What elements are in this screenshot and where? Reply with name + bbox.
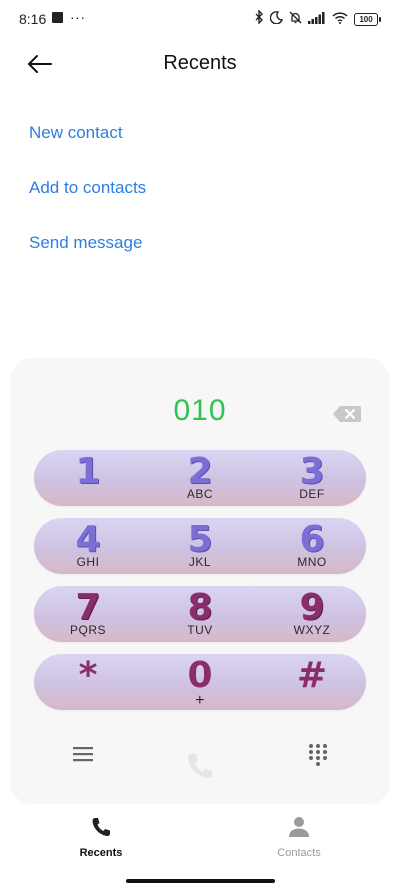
keypad-row: 7 PQRS 8 TUV 9 WXYZ (34, 586, 366, 642)
status-time: 8:16 (19, 11, 47, 27)
key-5[interactable]: 5 JKL (150, 518, 250, 574)
status-bar: 8:16 ··· 100 (0, 0, 400, 38)
person-icon (289, 817, 309, 837)
backspace-icon (333, 406, 361, 422)
contact-actions: New contact Add to contacts Send message (29, 119, 146, 284)
backspace-button[interactable] (332, 404, 362, 424)
keypad-toggle-button[interactable] (306, 742, 330, 766)
keypad-row: 4 GHI 5 JKL 6 MNO (34, 518, 366, 574)
key-hash[interactable]: # (262, 654, 362, 710)
battery-icon: 100 (354, 13, 381, 26)
keypad-row: 1 2 ABC 3 DEF (34, 450, 366, 506)
key-3[interactable]: 3 DEF (262, 450, 362, 506)
key-2[interactable]: 2 ABC (150, 450, 250, 506)
key-8[interactable]: 8 TUV (150, 586, 250, 642)
signal-icon (308, 11, 326, 29)
nav-recents[interactable]: Recents (41, 816, 161, 859)
notification-square-icon (52, 12, 63, 23)
new-contact-link[interactable]: New contact (29, 119, 146, 174)
phone-icon (92, 818, 110, 836)
key-4[interactable]: 4 GHI (38, 518, 138, 574)
wifi-icon (332, 11, 348, 29)
silent-bell-icon (289, 11, 302, 29)
home-indicator[interactable] (126, 879, 275, 883)
key-9[interactable]: 9 WXYZ (262, 586, 362, 642)
keypad: 1 2 ABC 3 DEF 4 GHI 5 JKL 6 MNO 7 PQRS 8… (34, 450, 366, 722)
key-1[interactable]: 1 (38, 450, 138, 506)
nav-contacts-label: Contacts (277, 847, 321, 859)
keypad-row: * 0 + # (34, 654, 366, 710)
key-star[interactable]: * (38, 654, 138, 710)
dialer-controls (10, 738, 390, 788)
page-title: Recents (163, 52, 237, 74)
dialer-panel: 010 1 2 ABC 3 DEF 4 GHI 5 JKL 6 MNO 7 PQ… (10, 358, 390, 804)
dialpad-grid-icon (309, 744, 327, 766)
more-notifications-icon: ··· (70, 9, 86, 25)
menu-icon (73, 747, 93, 762)
header: Recents (0, 40, 400, 88)
call-button[interactable] (184, 750, 216, 782)
phone-call-icon (188, 754, 212, 778)
menu-button[interactable] (72, 744, 94, 764)
nav-contacts[interactable]: Contacts (239, 816, 359, 859)
do-not-disturb-moon-icon (269, 10, 284, 29)
bottom-navigation: Recents Contacts (0, 810, 400, 870)
bluetooth-icon (254, 9, 264, 29)
add-to-contacts-link[interactable]: Add to contacts (29, 174, 146, 229)
key-0[interactable]: 0 + (150, 654, 250, 710)
key-7[interactable]: 7 PQRS (38, 586, 138, 642)
key-6[interactable]: 6 MNO (262, 518, 362, 574)
send-message-link[interactable]: Send message (29, 229, 146, 284)
nav-recents-label: Recents (79, 847, 123, 859)
